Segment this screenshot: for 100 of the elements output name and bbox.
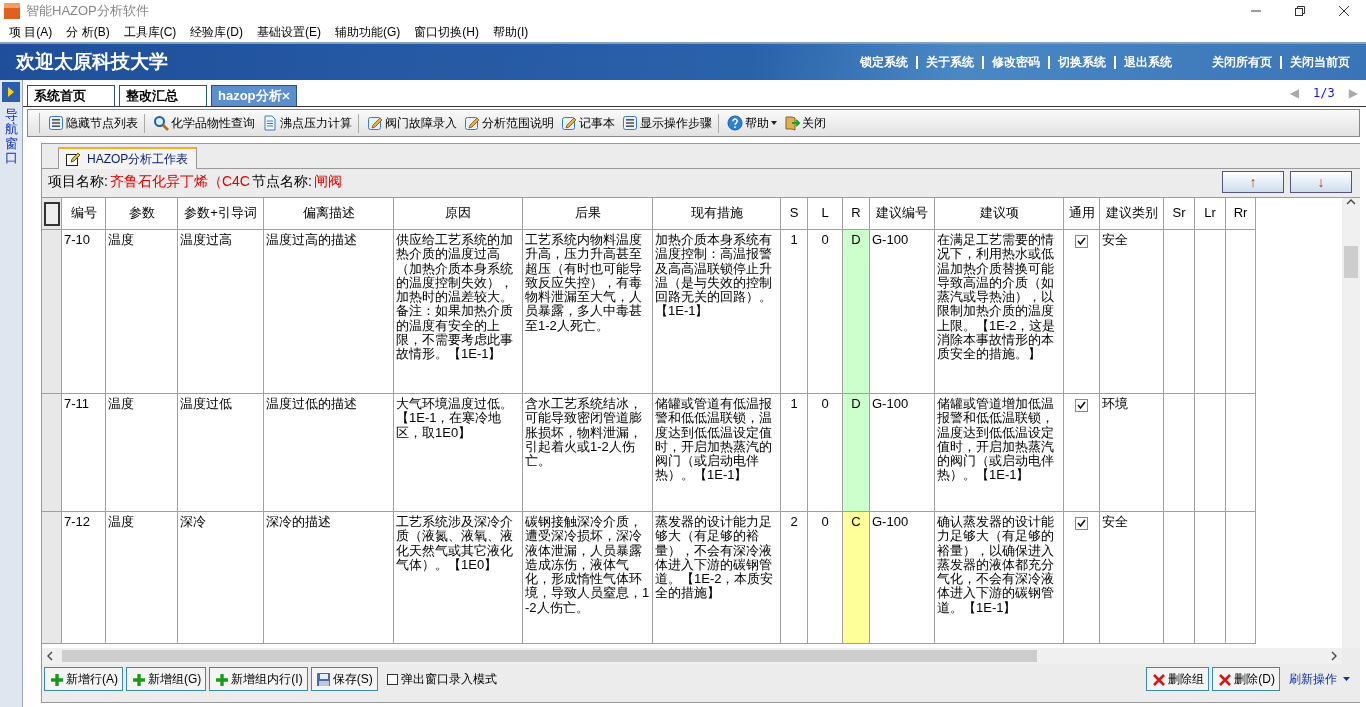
toolbar-button[interactable]: 沸点压力计算 <box>260 113 359 133</box>
footer-button[interactable]: 新增组内行(I) <box>209 667 308 691</box>
tab[interactable]: 系统首页 <box>27 85 115 106</box>
menu-item[interactable]: 经验库(D) <box>183 23 251 41</box>
menu-item[interactable]: 辅助功能(G) <box>328 23 408 41</box>
move-up-button[interactable]: ↑ <box>1222 171 1284 193</box>
list-icon <box>48 115 64 131</box>
menu-item[interactable]: 帮助(I) <box>486 23 536 41</box>
toolbar-button[interactable]: 阀门故障录入 <box>365 113 459 133</box>
footer-button[interactable]: 新增行(A) <box>44 667 123 691</box>
search-icon <box>153 115 169 131</box>
table-cell: 温度 <box>106 394 178 512</box>
table-cell: 环境 <box>1100 394 1164 512</box>
pencil-icon <box>65 151 81 167</box>
column-header[interactable]: 后果 <box>523 198 653 230</box>
nav-label[interactable]: 导航窗口 <box>4 108 18 166</box>
menu-item[interactable]: 工具库(C) <box>116 23 184 41</box>
toolbar-button[interactable]: 关闭 <box>782 113 828 133</box>
footer-button[interactable]: 删除组 <box>1146 667 1210 691</box>
checkbox-label[interactable]: 弹出窗口录入模式 <box>400 670 497 688</box>
tab[interactable]: 整改汇总 <box>119 85 207 106</box>
toolbar-button[interactable]: 分析范围说明 <box>462 113 556 133</box>
banner-link[interactable]: 退出系统 <box>1114 55 1180 69</box>
banner-link[interactable]: 关于系统 <box>916 55 982 69</box>
horizontal-scrollbar[interactable] <box>42 648 1342 664</box>
banner-link[interactable]: 关闭所有页 <box>1204 55 1280 69</box>
banner-link[interactable]: 关闭当前页 <box>1280 55 1358 69</box>
column-header[interactable]: 建议项 <box>935 198 1064 230</box>
vertical-scrollbar[interactable] <box>1342 198 1360 648</box>
table-cell: 大气环境温度过低。【1E-1，在寒冷地区，取1E0】 <box>394 394 523 512</box>
table-cell: D <box>843 394 870 512</box>
banner-link[interactable]: 锁定系统 <box>852 55 916 69</box>
table-cell: 温度过低的描述 <box>264 394 394 512</box>
checkbox[interactable] <box>1075 235 1088 248</box>
column-header[interactable]: 现有措施 <box>653 198 781 230</box>
toolbar-button[interactable]: 帮助 <box>725 113 779 133</box>
table-cell: 温度过低 <box>178 394 264 512</box>
toolbar-button[interactable]: 记事本 <box>559 113 617 133</box>
checkbox[interactable] <box>1075 517 1088 530</box>
column-header[interactable]: 原因 <box>394 198 523 230</box>
table-cell: 温度过高的描述 <box>264 230 394 394</box>
table-cell: 7-10 <box>62 230 106 394</box>
column-header[interactable]: 参数+引导词 <box>178 198 264 230</box>
banner-title: 欢迎太原科技大学 <box>16 50 169 74</box>
document-icon <box>262 115 278 131</box>
table-cell: 温度 <box>106 512 178 644</box>
column-header[interactable]: 偏离描述 <box>264 198 394 230</box>
close-icon[interactable] <box>1338 5 1350 17</box>
table-cell: 储罐或管道有低温报警和低低温联锁，温度达到低低温设定值时，开启加热蒸汽的阀门（或启动电伴热）。【1E-1】 <box>653 394 781 512</box>
banner-link[interactable]: 修改密码 <box>982 55 1048 69</box>
toolbar-button[interactable]: 化学品物性查询 <box>151 113 257 133</box>
menu-item[interactable]: 基础设置(E) <box>250 23 329 41</box>
banner-link[interactable]: 切换系统 <box>1048 55 1114 69</box>
plus-icon <box>49 672 63 686</box>
column-header[interactable]: L <box>808 198 843 230</box>
table-cell: 深冷的描述 <box>264 512 394 644</box>
footer-button[interactable]: 删除(D) <box>1212 667 1280 691</box>
table-cell: G-100 <box>870 512 935 644</box>
table-cell: 温度 <box>106 230 178 394</box>
checkbox[interactable] <box>1075 399 1088 412</box>
restore-icon[interactable] <box>1294 5 1306 17</box>
footer-button[interactable]: 保存(S) <box>310 667 378 691</box>
scroll-thumb[interactable] <box>1344 246 1358 278</box>
caret-icon <box>771 121 777 125</box>
menu-item[interactable]: 分 析(B) <box>59 23 117 41</box>
pencil-icon <box>561 115 577 131</box>
table-cell: 1 <box>781 394 808 512</box>
table-cell: G-100 <box>870 230 935 394</box>
expand-icon[interactable] <box>2 82 20 102</box>
scroll-thumb[interactable] <box>62 650 1037 662</box>
help-icon <box>727 115 743 131</box>
column-header[interactable]: 通用 <box>1064 198 1100 230</box>
column-header[interactable]: 参数 <box>106 198 178 230</box>
pencil-icon <box>464 115 480 131</box>
refresh-menu[interactable]: 刷新操作 <box>1283 670 1360 688</box>
menu-item[interactable]: 窗口切换(H) <box>407 23 487 41</box>
column-header[interactable]: 建议类别 <box>1100 198 1164 230</box>
table-cell: G-100 <box>870 394 935 512</box>
project-label: 项目名称: <box>48 173 108 191</box>
table-cell: 安全 <box>1100 230 1164 394</box>
toolbar-button[interactable]: 隐藏节点列表 <box>46 113 145 133</box>
checkbox[interactable] <box>386 673 398 685</box>
footer-button[interactable]: 新增组(G) <box>126 667 207 691</box>
plus-icon <box>131 672 145 686</box>
pencil-icon <box>367 115 383 131</box>
move-down-button[interactable]: ↓ <box>1290 171 1352 193</box>
column-header[interactable]: 建议编号 <box>870 198 935 230</box>
app-icon <box>4 3 20 19</box>
table-cell: 7-12 <box>62 512 106 644</box>
table-cell: 深冷 <box>178 512 264 644</box>
column-header[interactable]: Lr <box>1195 198 1226 230</box>
toolbar-button[interactable]: 显示操作步骤 <box>620 113 719 133</box>
table-cell: 确认蒸发器的设计能力足够大（有足够的裕量），以确保进入蒸发器的液体都充分气化，不会有深冷液体进入下游的碳钢管道。【1E-1】 <box>935 512 1064 644</box>
menu-item[interactable]: 项 目(A) <box>2 23 60 41</box>
worksheet-tab[interactable]: HAZOP分析工作表 <box>58 147 198 169</box>
project-name: 齐鲁石化异丁烯（C4C <box>109 173 250 191</box>
column-header[interactable]: Sr <box>1164 198 1195 230</box>
column-header[interactable]: 编号 <box>62 198 106 230</box>
column-header[interactable]: S <box>781 198 808 230</box>
table-cell: 1 <box>781 230 808 394</box>
